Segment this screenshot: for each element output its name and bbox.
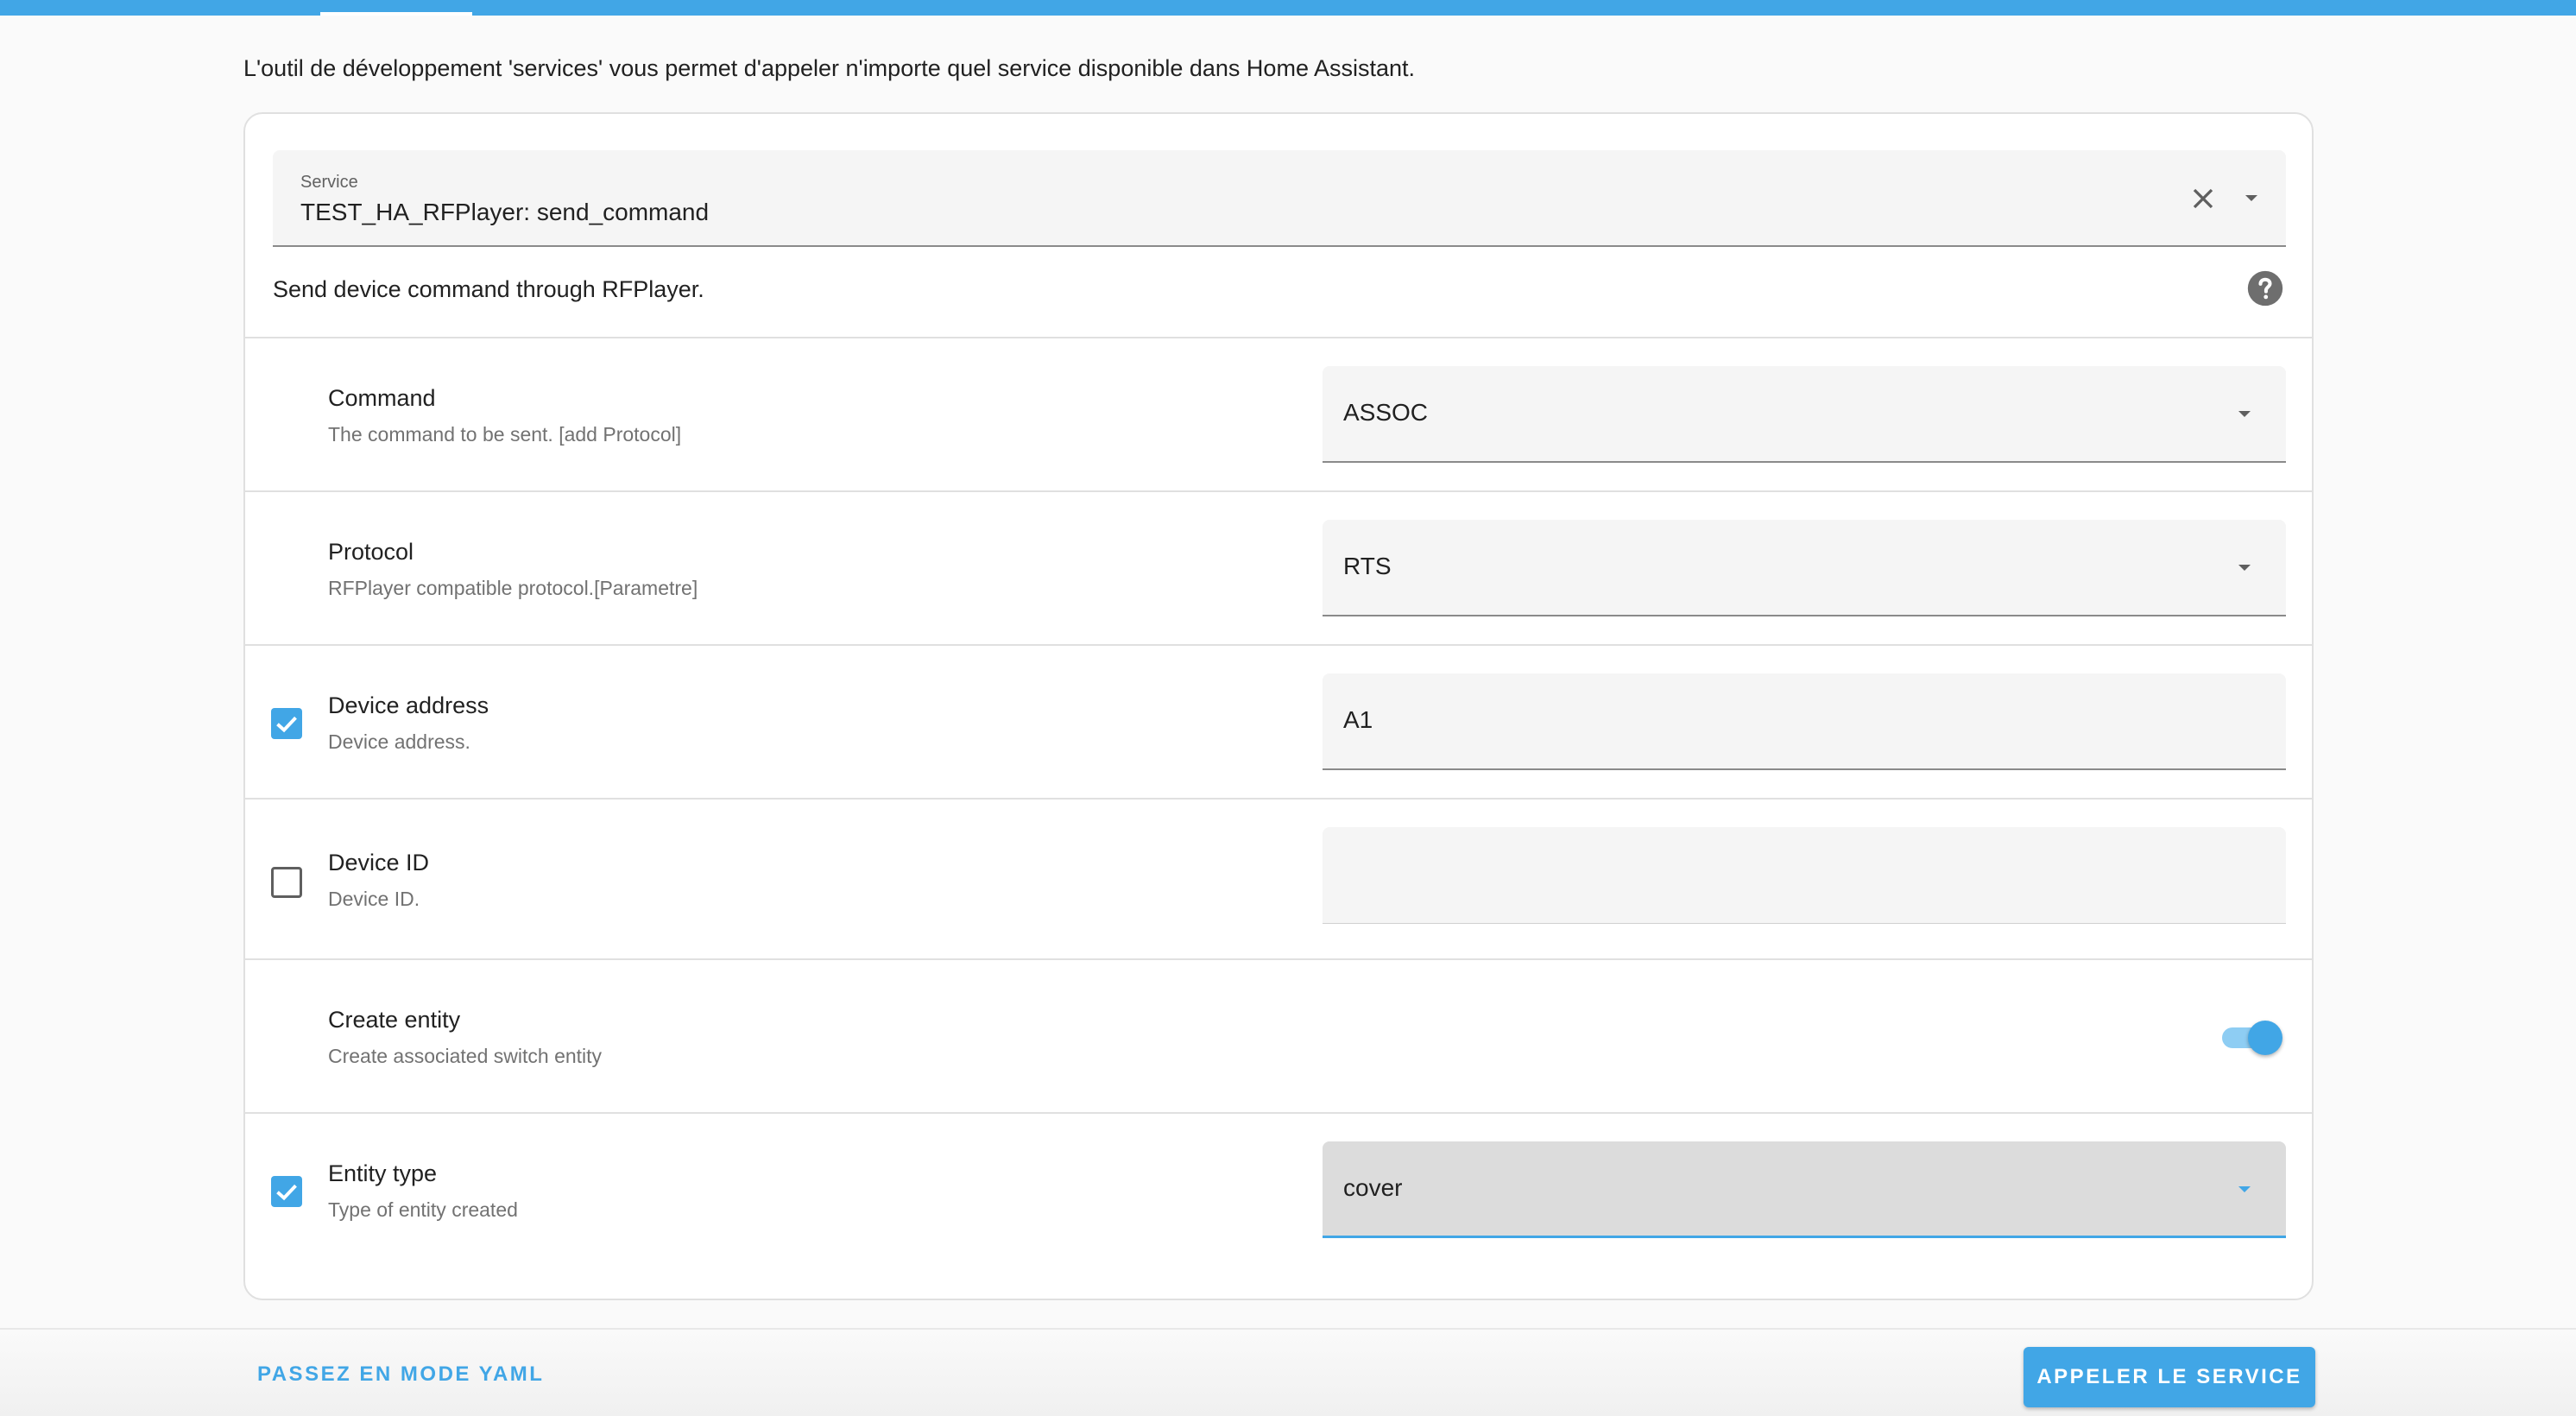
field-description-entity-type: Type of entity created (328, 1198, 518, 1221)
top-app-bar (0, 0, 2576, 16)
field-title-device-address: Device address (328, 692, 489, 718)
close-icon[interactable] (2186, 181, 2220, 216)
entity-type-checkbox[interactable] (271, 1176, 302, 1207)
chevron-down-icon[interactable] (2234, 404, 2255, 425)
protocol-select[interactable]: RTS (1323, 520, 2286, 616)
service-picker-label: Service (300, 173, 358, 192)
field-row-command: Command The command to be sent. [add Pro… (245, 337, 2312, 490)
field-title-entity-type: Entity type (328, 1160, 438, 1186)
checkmark-icon (276, 716, 297, 733)
device-address-checkbox[interactable] (271, 708, 302, 739)
device-address-input-value: A1 (1343, 706, 1373, 733)
command-select-value: ASSOC (1343, 399, 1429, 426)
chevron-down-icon[interactable] (2241, 188, 2262, 209)
field-description-create-entity: Create associated switch entity (328, 1045, 603, 1067)
active-tab-indicator (320, 12, 472, 16)
field-description-command: The command to be sent. [add Protocol] (328, 423, 682, 446)
help-circle-icon[interactable] (2246, 269, 2284, 307)
device-id-checkbox[interactable] (271, 867, 302, 898)
service-picker-value[interactable]: TEST_HA_RFPlayer: send_command (300, 199, 709, 226)
command-select[interactable]: ASSOC (1323, 366, 2286, 463)
chevron-down-icon[interactable] (2234, 1179, 2255, 1200)
field-title-device-id: Device ID (328, 850, 430, 876)
service-picker[interactable]: Service TEST_HA_RFPlayer: send_command (273, 150, 2286, 247)
field-title-protocol: Protocol (328, 539, 414, 565)
yaml-mode-button[interactable]: PASSEZ EN MODE YAML (257, 1362, 544, 1387)
footer-bar: PASSEZ EN MODE YAML APPELER LE SERVICE (0, 1328, 2576, 1416)
service-description: Send device command through RFPlayer. (273, 276, 704, 302)
field-row-device-address: Device address Device address. A1 (245, 644, 2312, 798)
call-service-button[interactable]: APPELER LE SERVICE (2024, 1347, 2315, 1407)
field-description-device-address: Device address. (328, 730, 470, 753)
field-title-create-entity: Create entity (328, 1007, 461, 1033)
protocol-select-value: RTS (1343, 553, 1392, 579)
field-description-protocol: RFPlayer compatible protocol.[Parametre] (328, 577, 698, 599)
device-address-input[interactable]: A1 (1323, 673, 2286, 770)
service-card: Service TEST_HA_RFPlayer: send_command S… (243, 112, 2314, 1300)
create-entity-toggle[interactable] (2217, 1017, 2286, 1055)
toggle-thumb (2248, 1021, 2282, 1055)
field-description-device-id: Device ID. (328, 888, 420, 910)
field-row-entity-type: Entity type Type of entity created cover (245, 1112, 2312, 1299)
entity-type-select[interactable]: cover (1323, 1141, 2286, 1238)
device-id-input[interactable] (1323, 827, 2286, 924)
intro-text: L'outil de développement 'services' vous… (243, 55, 1416, 81)
checkmark-icon (276, 1184, 297, 1201)
field-title-command: Command (328, 385, 436, 411)
field-row-protocol: Protocol RFPlayer compatible protocol.[P… (245, 490, 2312, 644)
field-row-device-id: Device ID Device ID. (245, 798, 2312, 958)
entity-type-select-value: cover (1343, 1174, 1403, 1201)
chevron-down-icon[interactable] (2234, 558, 2255, 578)
field-row-create-entity: Create entity Create associated switch e… (245, 958, 2312, 1112)
